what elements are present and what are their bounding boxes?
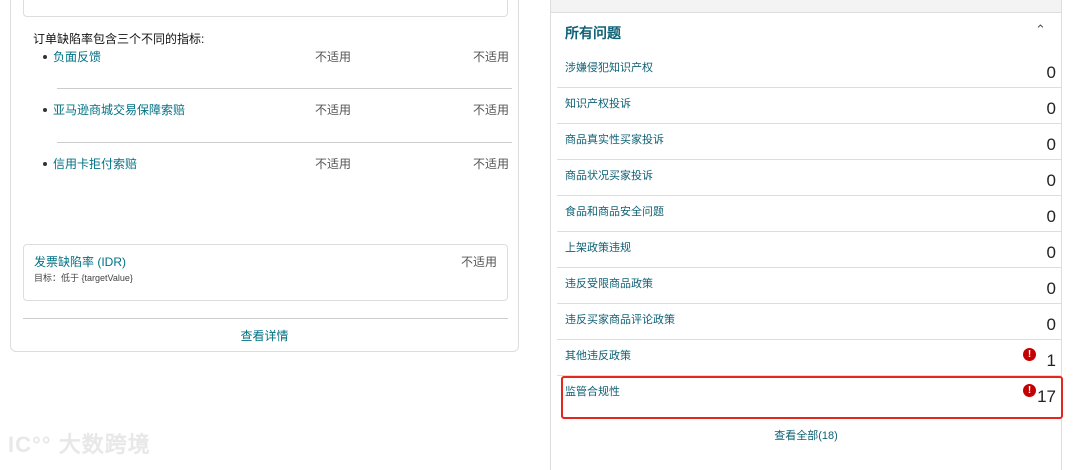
- issue-row: 违反受限商品政策 0: [557, 268, 1062, 304]
- metric-value: 不适用: [315, 157, 352, 171]
- account-health-panel: 订单缺陷率包含三个不同的指标: 负面反馈 不适用 不适用 亚马逊商城交易保障索赔…: [10, 0, 519, 352]
- issue-row: 商品真实性买家投诉 0: [557, 124, 1062, 160]
- issue-row: 食品和商品安全问题 0: [557, 196, 1062, 232]
- bullet-icon: [43, 108, 47, 112]
- issue-count: 0: [1046, 171, 1056, 190]
- metric-value: 不适用: [472, 103, 509, 117]
- issue-count: 0: [1046, 243, 1056, 262]
- issue-row: 涉嫌侵犯知识产权 0: [557, 52, 1062, 88]
- idr-target: 目标：低于 {targetValue}: [34, 273, 133, 283]
- issue-link[interactable]: 涉嫌侵犯知识产权: [565, 59, 653, 75]
- issue-row: 其他违反政策! 1: [557, 340, 1062, 376]
- issue-link[interactable]: 上架政策违规: [565, 239, 631, 255]
- issue-count: 0: [1046, 315, 1056, 334]
- bullet-icon: [43, 162, 47, 166]
- idr-value: 不适用: [460, 255, 497, 269]
- divider: [23, 318, 508, 319]
- issue-link[interactable]: 商品状况买家投诉: [565, 167, 653, 183]
- divider: [57, 142, 512, 143]
- issue-link[interactable]: 知识产权投诉: [565, 95, 631, 111]
- issue-link[interactable]: 违反受限商品政策: [565, 275, 653, 291]
- issue-row: 上架政策违规 0: [557, 232, 1062, 268]
- issue-link[interactable]: 其他违反政策: [565, 347, 631, 363]
- issue-count: 0: [1046, 279, 1056, 298]
- issue-link[interactable]: 违反买家商品评论政策: [565, 311, 675, 327]
- metric-link[interactable]: 亚马逊商城交易保障索赔: [53, 101, 185, 118]
- issue-count: 0: [1046, 63, 1056, 82]
- metric-row: 信用卡拒付索赔 不适用 不适用: [43, 155, 509, 175]
- issue-link[interactable]: 食品和商品安全问题: [565, 203, 664, 219]
- alert-icon: !: [1023, 348, 1036, 361]
- odr-intro-text: 订单缺陷率包含三个不同的指标:: [33, 32, 205, 46]
- issue-row: 商品状况买家投诉 0: [557, 160, 1062, 196]
- metric-row: 亚马逊商城交易保障索赔 不适用 不适用: [43, 101, 509, 121]
- view-all-link[interactable]: 查看全部(18): [551, 427, 1061, 443]
- metric-value: 不适用: [315, 50, 352, 64]
- metric-value: 不适用: [472, 50, 509, 64]
- metric-value: 不适用: [315, 103, 352, 117]
- metric-link[interactable]: 负面反馈: [53, 48, 101, 65]
- idr-card: 发票缺陷率 (IDR) 目标：低于 {targetValue} 不适用: [23, 244, 508, 301]
- panel-header-bar: [551, 0, 1061, 13]
- divider: [57, 88, 512, 89]
- bullet-icon: [43, 55, 47, 59]
- metric-value: 不适用: [472, 157, 509, 171]
- issue-count: 0: [1046, 207, 1056, 226]
- issue-row: 违反买家商品评论政策 0: [557, 304, 1062, 340]
- issue-count: 1: [1046, 351, 1056, 370]
- issue-count: 0: [1046, 135, 1056, 154]
- chevron-up-icon[interactable]: ⌃: [1035, 22, 1046, 38]
- issue-count: 0: [1046, 99, 1056, 118]
- watermark-logo: IC°° 大数跨境: [8, 432, 151, 457]
- section-title: 所有问题: [565, 25, 621, 41]
- view-details-link[interactable]: 查看详情: [11, 327, 518, 344]
- issue-link[interactable]: 商品真实性买家投诉: [565, 131, 664, 147]
- idr-link[interactable]: 发票缺陷率 (IDR): [34, 253, 126, 270]
- top-card: [23, 0, 508, 17]
- issue-row: 知识产权投诉 0: [557, 88, 1062, 124]
- metric-link[interactable]: 信用卡拒付索赔: [53, 155, 137, 172]
- metric-row: 负面反馈 不适用 不适用: [43, 48, 509, 68]
- highlight-box: [561, 376, 1063, 419]
